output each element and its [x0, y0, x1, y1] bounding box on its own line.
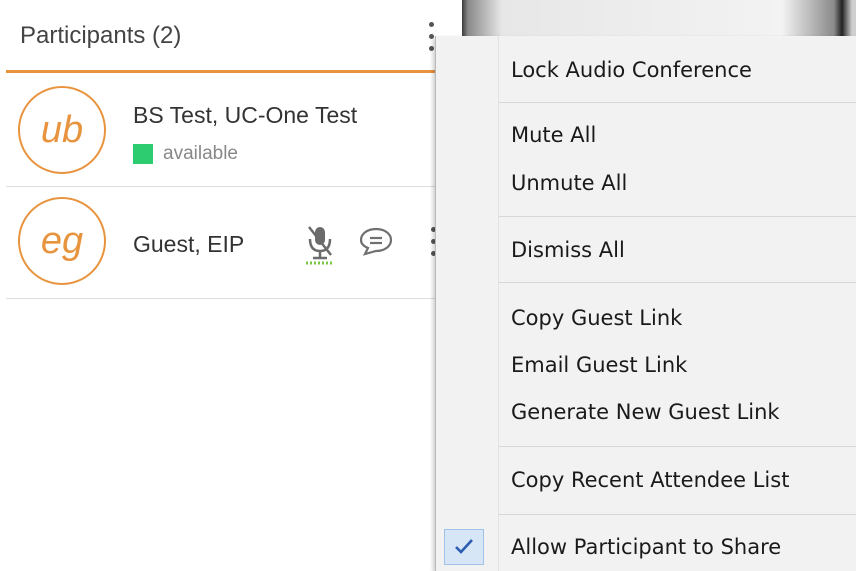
participants-panel: Participants (2) ub BS Test, UC-One Test…	[0, 0, 438, 571]
participants-header: Participants (2)	[0, 0, 438, 74]
checkmark-icon	[444, 529, 484, 565]
menu-separator	[499, 282, 856, 283]
background-window-strip	[462, 0, 856, 36]
presence-status: available	[133, 142, 238, 166]
header-divider	[6, 70, 438, 73]
menu-item-unmute-all[interactable]: Unmute All	[511, 163, 627, 203]
participant-name: Guest, EIP	[133, 231, 245, 257]
menu-separator	[499, 514, 856, 515]
avatar: ub	[18, 86, 106, 174]
participant-row[interactable]: eg Guest, EIP	[6, 187, 438, 299]
menu-separator	[499, 216, 856, 217]
menu-item-lock-audio-conference[interactable]: Lock Audio Conference	[511, 50, 752, 90]
menu-item-generate-new-guest-link[interactable]: Generate New Guest Link	[511, 392, 780, 432]
menu-item-email-guest-link[interactable]: Email Guest Link	[511, 345, 687, 385]
participant-name: BS Test, UC-One Test	[133, 102, 358, 128]
participants-title: Participants (2)	[20, 22, 182, 49]
avatar: eg	[18, 197, 106, 285]
microphone-muted-icon[interactable]	[300, 221, 340, 267]
menu-gutter	[498, 36, 499, 571]
menu-separator	[499, 102, 856, 103]
menu-item-allow-participant-to-share[interactable]: Allow Participant to Share	[511, 527, 781, 567]
menu-item-dismiss-all[interactable]: Dismiss All	[511, 230, 625, 270]
menu-separator	[499, 446, 856, 447]
context-menu: Lock Audio Conference Mute All Unmute Al…	[435, 36, 856, 571]
participant-row[interactable]: ub BS Test, UC-One Test available	[6, 74, 438, 187]
chat-icon[interactable]	[358, 225, 394, 257]
presence-label: available	[163, 143, 238, 164]
presence-indicator-icon	[133, 144, 153, 164]
menu-item-copy-recent-attendee-list[interactable]: Copy Recent Attendee List	[511, 460, 789, 500]
menu-item-copy-guest-link[interactable]: Copy Guest Link	[511, 298, 682, 338]
menu-item-mute-all[interactable]: Mute All	[511, 115, 596, 155]
